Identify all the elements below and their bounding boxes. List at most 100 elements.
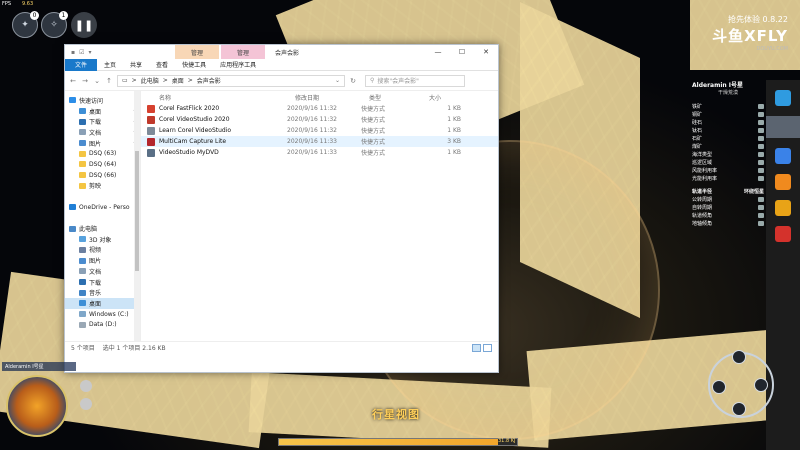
column-date[interactable]: 修改日期: [295, 93, 369, 102]
orbit-icon: [758, 196, 764, 202]
zoom-icon[interactable]: [80, 398, 92, 410]
refresh-icon[interactable]: ↻: [349, 77, 357, 85]
app-icon[interactable]: [775, 174, 791, 190]
nav-item[interactable]: 下载✦: [65, 116, 140, 127]
planet-minimap[interactable]: Alderamin I号星: [2, 362, 76, 448]
nav-item[interactable]: 视频: [65, 245, 140, 256]
resource-label: 光能利用率: [692, 175, 718, 182]
nav-item[interactable]: 快速访问: [65, 95, 140, 106]
search-box[interactable]: ⚲ 搜索"会声会影": [365, 74, 465, 87]
back-icon[interactable]: ←: [69, 77, 77, 85]
nav-item[interactable]: DSQ (64): [65, 159, 140, 170]
folder-icon: [79, 279, 86, 286]
mecha-icon[interactable]: [732, 350, 746, 364]
nav-item[interactable]: 3D 对象: [65, 234, 140, 245]
tab-shortcut-tools[interactable]: 快捷工具: [175, 59, 213, 71]
pause-button[interactable]: ❚❚: [71, 12, 97, 38]
folder-icon: [79, 268, 86, 275]
address-dropdown-icon[interactable]: ⌄: [335, 77, 340, 84]
close-button[interactable]: ✕: [474, 45, 498, 59]
nav-item[interactable]: DSQ (63): [65, 148, 140, 159]
active-app-icon[interactable]: [766, 116, 800, 138]
energy-fill: [279, 439, 498, 445]
breadcrumb-this-pc[interactable]: 此电脑: [141, 76, 159, 85]
file-type: 快捷方式: [361, 150, 386, 157]
folder-icon: [79, 246, 86, 253]
upgrade-icon[interactable]: [732, 402, 746, 416]
forward-icon[interactable]: →: [81, 77, 89, 85]
tab-share[interactable]: 共享: [123, 59, 149, 71]
file-row[interactable]: MultiCam Capture Lite 2020/9/16 11:33 快捷方式…: [141, 136, 498, 147]
window-controls: — ☐ ✕: [426, 45, 498, 59]
tab-manage-shortcut[interactable]: 管理: [175, 45, 219, 59]
folder-icon: [79, 172, 86, 179]
checkbox-icon[interactable]: ☑: [79, 49, 84, 56]
shortcut-icon: [147, 126, 155, 135]
mecha-status-button[interactable]: ✦ 0: [12, 11, 39, 38]
file-row[interactable]: VideoStudio MyDVD 2020/9/16 11:33 快捷方式 1 KB: [141, 147, 498, 158]
build-icon[interactable]: [712, 380, 726, 394]
nav-item[interactable]: 下载: [65, 277, 140, 288]
research-button[interactable]: ✧ 1: [41, 11, 68, 38]
folder-icon: [79, 236, 86, 243]
app-icon[interactable]: [775, 148, 791, 164]
nav-item[interactable]: OneDrive - Perso: [65, 202, 140, 213]
resource-label: 石矿: [692, 135, 703, 142]
nav-scrollbar[interactable]: [134, 91, 140, 341]
up-icon[interactable]: ↑: [105, 77, 113, 85]
tab-app-tools[interactable]: 应用程序工具: [213, 59, 263, 71]
orbit-row: 自转周期: [692, 203, 764, 211]
tab-home[interactable]: 主页: [97, 59, 123, 71]
large-icons-view-icon[interactable]: [483, 344, 492, 352]
nav-item[interactable]: 桌面✦: [65, 106, 140, 117]
nav-item-label: Data (D:): [89, 321, 117, 329]
nav-item[interactable]: 剪映: [65, 181, 140, 192]
minimize-button[interactable]: —: [426, 45, 450, 59]
scroll-thumb[interactable]: [135, 151, 139, 271]
nav-item[interactable]: 图片: [65, 255, 140, 266]
file-row[interactable]: Corel FastFlick 2020 2020/9/16 11:32 快捷方式 1…: [141, 103, 498, 114]
compass-icon[interactable]: [80, 380, 92, 392]
planet-type: 干燥荒漠: [717, 90, 738, 96]
resource-icon: [758, 103, 764, 109]
app-icon[interactable]: [775, 226, 791, 242]
nav-item[interactable]: 图片✦: [65, 138, 140, 149]
nav-item[interactable]: 音乐: [65, 287, 140, 298]
column-name[interactable]: 名称: [159, 93, 295, 102]
details-view-icon[interactable]: [472, 344, 481, 352]
nav-item[interactable]: Data (D:): [65, 319, 140, 330]
resource-label: 巡逻区域: [692, 159, 713, 166]
save-icon[interactable]: ▪: [71, 49, 75, 56]
nav-item: [65, 191, 140, 202]
nav-item-label: 下载: [89, 279, 102, 287]
tab-view[interactable]: 查看: [149, 59, 175, 71]
nav-item[interactable]: 桌面: [65, 298, 140, 309]
tab-file[interactable]: 文件: [65, 58, 98, 71]
tab-manage-app[interactable]: 管理: [221, 45, 265, 59]
address-bar[interactable]: ▭ > 此电脑 > 桌面 > 会声会影 ⌄: [117, 74, 345, 87]
recent-dropdown-icon[interactable]: ⌄: [93, 77, 101, 85]
column-type[interactable]: 类型: [369, 93, 429, 102]
nav-item[interactable]: 此电脑: [65, 223, 140, 234]
column-size[interactable]: 大小: [429, 93, 469, 102]
dismantle-icon[interactable]: [754, 378, 768, 392]
maximize-button[interactable]: ☐: [450, 45, 474, 59]
breadcrumb-folder[interactable]: 会声会影: [197, 76, 221, 85]
nav-item[interactable]: DSQ (66): [65, 170, 140, 181]
planet-view-label: 行星视图: [372, 408, 420, 421]
file-row[interactable]: Learn Corel VideoStudio 2020/9/16 11:32 快捷…: [141, 125, 498, 136]
file-row[interactable]: Corel VideoStudio 2020 2020/9/16 11:32 快捷方…: [141, 114, 498, 125]
resource-row: 石矿: [692, 134, 764, 142]
navigation-pane: 快速访问桌面✦下载✦文档✦图片✦DSQ (63) DSQ (64) DSQ (66)…: [65, 91, 141, 341]
folder-icon[interactable]: ▾: [88, 49, 91, 56]
orbit-label: 公转周期: [692, 196, 713, 203]
app-icon[interactable]: [775, 200, 791, 216]
breadcrumb-desktop[interactable]: 桌面: [172, 76, 184, 85]
nav-item[interactable]: Windows (C:): [65, 309, 140, 320]
folder-icon: [79, 118, 86, 125]
edge-icon[interactable]: [775, 90, 791, 106]
file-list: 名称 修改日期 类型 大小 Corel FastFlick 2020 2020/9…: [141, 91, 498, 341]
nav-item[interactable]: 文档: [65, 266, 140, 277]
orbit-label: 自转周期: [692, 204, 713, 211]
nav-item[interactable]: 文档✦: [65, 127, 140, 138]
